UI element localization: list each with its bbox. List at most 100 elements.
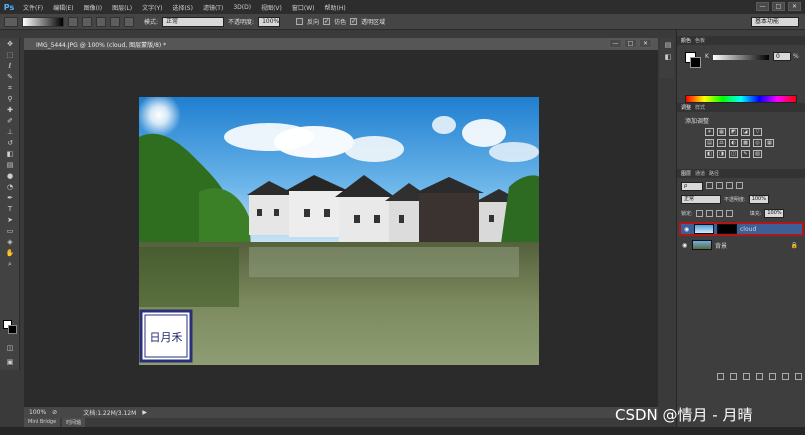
- menu-layer[interactable]: 图层(L): [107, 3, 137, 12]
- k-channel-input[interactable]: 0: [773, 52, 791, 61]
- history-brush-icon[interactable]: ↺: [4, 139, 16, 148]
- tab-swatches[interactable]: 色板: [695, 37, 705, 44]
- filter-shape-icon[interactable]: [736, 182, 743, 189]
- dither-checkbox[interactable]: ✓: [323, 18, 331, 25]
- black-white-icon[interactable]: ◐: [729, 139, 738, 147]
- layer-filter-kind[interactable]: ρ: [681, 182, 703, 191]
- eraser-tool-icon[interactable]: ◧: [4, 150, 16, 159]
- levels-icon[interactable]: ▦: [717, 128, 726, 136]
- linear-gradient-icon[interactable]: [68, 16, 78, 27]
- photo-filter-icon[interactable]: ▩: [741, 139, 750, 147]
- pen-tool-icon[interactable]: ✒: [4, 194, 16, 203]
- stamp-tool-icon[interactable]: ⊥: [4, 128, 16, 137]
- layer-row-background[interactable]: ◉ 背景 🔒: [679, 238, 804, 252]
- layer-mask-thumbnail[interactable]: [717, 224, 737, 234]
- reflected-gradient-icon[interactable]: [110, 16, 120, 27]
- gradient-picker[interactable]: [22, 16, 64, 27]
- curves-icon[interactable]: ◩: [729, 128, 738, 136]
- new-adjustment-icon[interactable]: [756, 373, 763, 380]
- menu-type[interactable]: 文字(Y): [137, 3, 167, 12]
- invert-icon[interactable]: ◧: [705, 150, 714, 158]
- layer-name[interactable]: 背景: [715, 241, 727, 250]
- link-layers-icon[interactable]: [717, 373, 724, 380]
- angle-gradient-icon[interactable]: [96, 16, 106, 27]
- tab-channels[interactable]: 通道: [695, 170, 705, 177]
- document-tab[interactable]: IMG_5444.JPG @ 100% (cloud, 图层蒙版/8) * — …: [24, 38, 658, 50]
- quick-mask-icon[interactable]: ◫: [4, 344, 16, 353]
- hand-tool-icon[interactable]: ✋: [4, 249, 16, 258]
- filter-type-icon[interactable]: [726, 182, 733, 189]
- gradient-map-icon[interactable]: ▧: [753, 150, 762, 158]
- mode-select[interactable]: 正常: [162, 16, 225, 27]
- add-mask-icon[interactable]: [743, 373, 750, 380]
- lock-transparency-icon[interactable]: [695, 209, 703, 217]
- exposure-icon[interactable]: ◪: [741, 128, 750, 136]
- tab-color[interactable]: 颜色: [681, 37, 691, 44]
- status-arrow-icon[interactable]: ▶: [142, 409, 147, 416]
- doc-close-button[interactable]: ✕: [639, 39, 652, 48]
- lasso-tool-icon[interactable]: ℓ: [4, 62, 16, 71]
- threshold-icon[interactable]: ◫: [729, 150, 738, 158]
- fill-input[interactable]: 100%: [764, 208, 785, 218]
- zoom-level[interactable]: 100%: [29, 409, 46, 416]
- menu-edit[interactable]: 编辑(E): [48, 3, 78, 12]
- tab-layers[interactable]: 图层: [681, 170, 691, 177]
- layer-opacity-input[interactable]: 100%: [748, 194, 769, 204]
- timeline-tab[interactable]: 时间轴: [62, 418, 86, 427]
- doc-restore-button[interactable]: □: [624, 39, 637, 48]
- layer-style-icon[interactable]: [730, 373, 737, 380]
- doc-size-info[interactable]: 文档:1.22M/3.12M: [83, 408, 136, 417]
- shape-tool-icon[interactable]: ▭: [4, 227, 16, 236]
- color-lookup-icon[interactable]: ▦: [765, 139, 774, 147]
- selective-color-icon[interactable]: ✎: [741, 150, 750, 158]
- radial-gradient-icon[interactable]: [82, 16, 92, 27]
- menu-filter[interactable]: 滤镜(T): [198, 3, 228, 12]
- color-balance-icon[interactable]: ⚖: [717, 139, 726, 147]
- type-tool-icon[interactable]: T: [4, 205, 16, 214]
- reverse-checkbox[interactable]: [296, 18, 304, 25]
- lock-all-icon[interactable]: [725, 209, 733, 217]
- background-color-swatch[interactable]: [8, 325, 17, 334]
- k-channel-slider[interactable]: [713, 55, 769, 60]
- visibility-eye-icon[interactable]: ◉: [682, 242, 689, 249]
- move-tool-icon[interactable]: ✥: [4, 40, 16, 49]
- vibrance-icon[interactable]: ▽: [753, 128, 762, 136]
- gradient-tool-preset-icon[interactable]: [4, 16, 18, 27]
- filter-adjustment-icon[interactable]: [716, 182, 723, 189]
- channel-mixer-icon[interactable]: ◎: [753, 139, 762, 147]
- minimize-button[interactable]: —: [756, 2, 769, 11]
- screen-mode-icon[interactable]: ▣: [4, 358, 16, 367]
- path-select-tool-icon[interactable]: ➤: [4, 216, 16, 225]
- layer-row-cloud[interactable]: ◉ cloud: [679, 222, 804, 236]
- posterize-icon[interactable]: ◨: [717, 150, 726, 158]
- hue-saturation-icon[interactable]: ▤: [705, 139, 714, 147]
- filter-pixel-icon[interactable]: [706, 182, 713, 189]
- lock-pixels-icon[interactable]: [705, 209, 713, 217]
- quick-select-tool-icon[interactable]: ✎: [4, 73, 16, 82]
- 3d-tool-icon[interactable]: ◈: [4, 238, 16, 247]
- delete-layer-icon[interactable]: [795, 373, 802, 380]
- eyedropper-tool-icon[interactable]: ⚲: [4, 95, 16, 104]
- gradient-tool-icon[interactable]: ▤: [4, 161, 16, 170]
- tab-styles[interactable]: 样式: [695, 104, 705, 111]
- tab-paths[interactable]: 路径: [709, 170, 719, 177]
- opacity-input[interactable]: 100%: [258, 16, 281, 27]
- menu-image[interactable]: 图像(I): [79, 3, 107, 12]
- document-image[interactable]: 日月禾: [139, 97, 539, 365]
- workspace-select[interactable]: 基本功能: [751, 17, 799, 27]
- menu-help[interactable]: 帮助(H): [320, 3, 351, 12]
- history-panel-icon[interactable]: ▤: [662, 41, 674, 50]
- doc-minimize-button[interactable]: —: [609, 39, 622, 48]
- menu-3d[interactable]: 3D(D): [228, 4, 256, 11]
- tab-adjustments[interactable]: 调整: [681, 104, 691, 111]
- menu-view[interactable]: 视图(V): [256, 3, 287, 12]
- dodge-tool-icon[interactable]: ◔: [4, 183, 16, 192]
- status-icon[interactable]: ⊘: [52, 409, 57, 416]
- healing-tool-icon[interactable]: ✚: [4, 106, 16, 115]
- brush-tool-icon[interactable]: ✐: [4, 117, 16, 126]
- panel-background-swatch[interactable]: [690, 57, 701, 68]
- brightness-icon[interactable]: ☀: [705, 128, 714, 136]
- visibility-eye-icon[interactable]: ◉: [684, 226, 691, 233]
- menu-file[interactable]: 文件(F): [18, 3, 48, 12]
- transparency-checkbox[interactable]: ✓: [350, 18, 358, 25]
